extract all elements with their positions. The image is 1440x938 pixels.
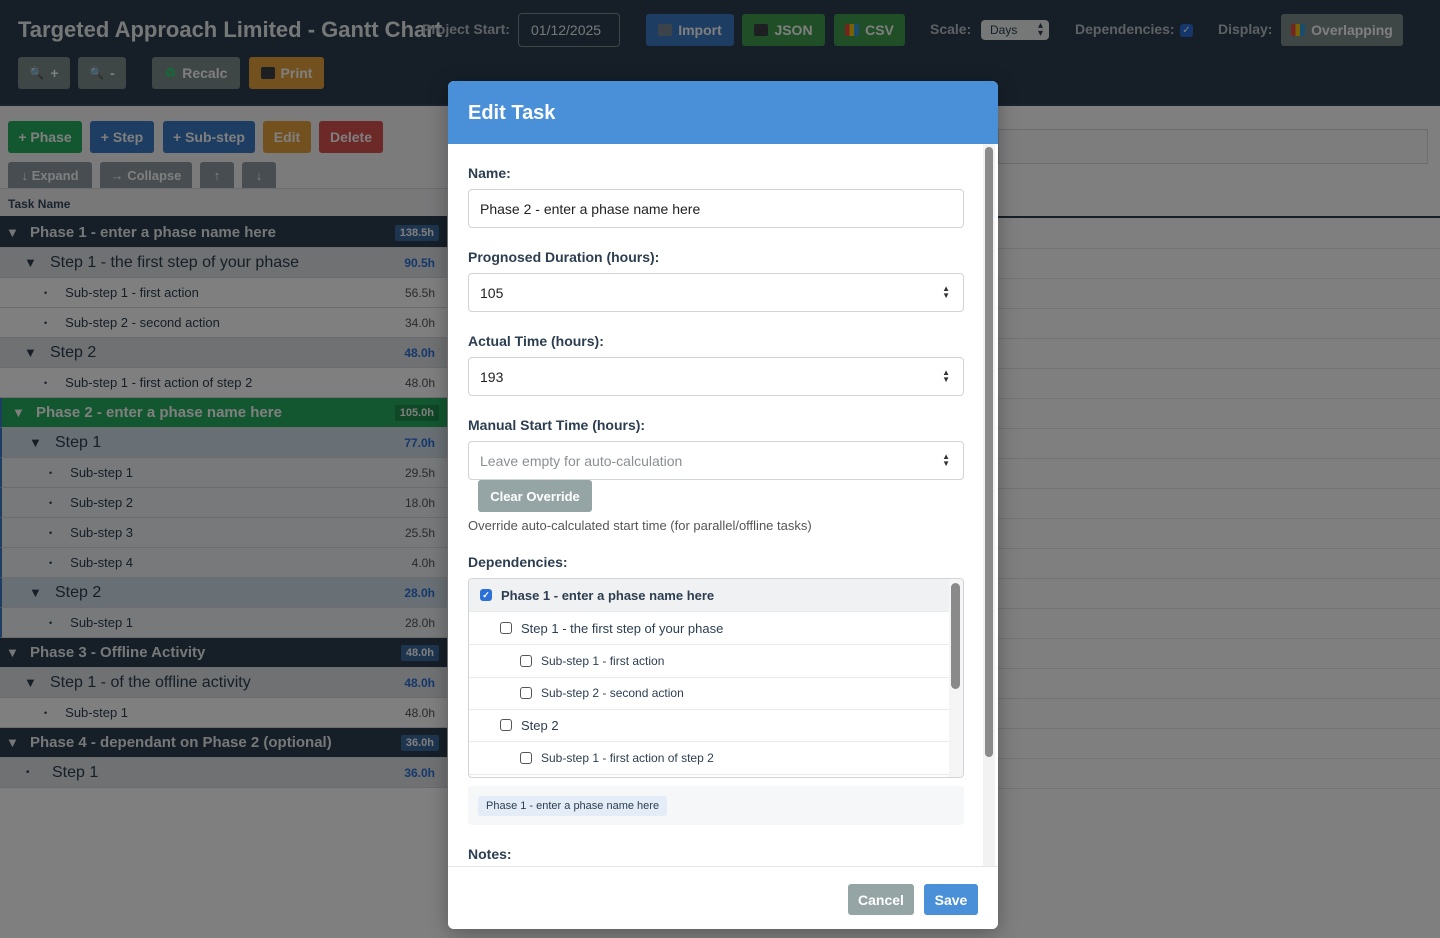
dependency-option[interactable]: Sub-step 1 - first action bbox=[469, 645, 949, 678]
duration-label: Prognosed Duration (hours): bbox=[468, 249, 660, 265]
dependency-checkbox[interactable] bbox=[520, 655, 532, 667]
modal-header: Edit Task bbox=[448, 81, 998, 144]
name-label: Name: bbox=[468, 165, 511, 181]
dependency-option[interactable]: Step 2 bbox=[469, 709, 949, 742]
modal-scrollbar-thumb[interactable] bbox=[985, 147, 993, 757]
actual-time-label: Actual Time (hours): bbox=[468, 333, 604, 349]
dependency-name: Sub-step 1 - first action of step 2 bbox=[541, 751, 714, 765]
dependency-checkbox[interactable]: ✓ bbox=[480, 589, 492, 601]
dependency-checkbox[interactable] bbox=[500, 622, 512, 634]
manual-start-placeholder: Leave empty for auto-calculation bbox=[480, 452, 683, 469]
dependency-checkbox[interactable] bbox=[500, 719, 512, 731]
dependency-name: Step 1 - the first step of your phase bbox=[521, 620, 724, 636]
dependencies-list: Sub-step 1 - first action of step 2 Step … bbox=[468, 578, 964, 778]
dependency-checkbox[interactable] bbox=[520, 687, 532, 699]
dependencies-scrollbar-thumb[interactable] bbox=[951, 583, 960, 689]
dependency-name: Sub-step 2 - second action bbox=[541, 686, 684, 700]
dependency-chip: Phase 1 - enter a phase name here bbox=[478, 796, 668, 816]
cancel-button[interactable]: Cancel bbox=[848, 884, 914, 915]
dependency-option[interactable]: Sub-step 1 - first action of step 2 bbox=[469, 742, 949, 775]
dependency-option[interactable]: Sub-step 2 - second action bbox=[469, 677, 949, 710]
dependencies-field-label: Dependencies: bbox=[468, 554, 568, 570]
dependency-option[interactable]: ✓ Phase 1 - enter a phase name here bbox=[469, 579, 949, 612]
stepper-icon[interactable]: ▲ ▼ bbox=[942, 285, 950, 300]
name-input[interactable]: Phase 2 - enter a phase name here bbox=[468, 189, 964, 228]
dependency-checkbox[interactable] bbox=[520, 752, 532, 764]
manual-start-input[interactable]: Leave empty for auto-calculation ▲ ▼ bbox=[468, 441, 964, 480]
duration-input[interactable]: 105 ▲ ▼ bbox=[468, 273, 964, 312]
actual-time-input[interactable]: 193 ▲ ▼ bbox=[468, 357, 964, 396]
actual-time-value: 193 bbox=[480, 368, 504, 385]
notes-label: Notes: bbox=[468, 846, 512, 862]
dependency-name: Phase 1 - enter a phase name here bbox=[501, 587, 715, 603]
dependency-name: Step 2 bbox=[521, 717, 559, 733]
manual-start-label: Manual Start Time (hours): bbox=[468, 417, 646, 433]
stepper-icon[interactable]: ▲ ▼ bbox=[942, 453, 950, 468]
override-hint: Override auto-calculated start time (for… bbox=[468, 518, 812, 533]
edit-task-modal: Edit Task Name: Phase 2 - enter a phase … bbox=[448, 81, 998, 929]
dependency-option[interactable]: Step 1 - the first step of your phase bbox=[469, 612, 949, 645]
save-button[interactable]: Save bbox=[924, 884, 978, 915]
modal-footer: Cancel Save bbox=[448, 866, 998, 929]
modal-title: Edit Task bbox=[468, 102, 556, 124]
selected-dependencies: Phase 1 - enter a phase name here bbox=[468, 786, 964, 825]
clear-override-button[interactable]: Clear Override bbox=[478, 480, 592, 512]
stepper-icon[interactable]: ▲ ▼ bbox=[942, 369, 950, 384]
duration-value: 105 bbox=[480, 284, 504, 301]
dependency-name: Sub-step 1 - first action bbox=[541, 654, 665, 668]
